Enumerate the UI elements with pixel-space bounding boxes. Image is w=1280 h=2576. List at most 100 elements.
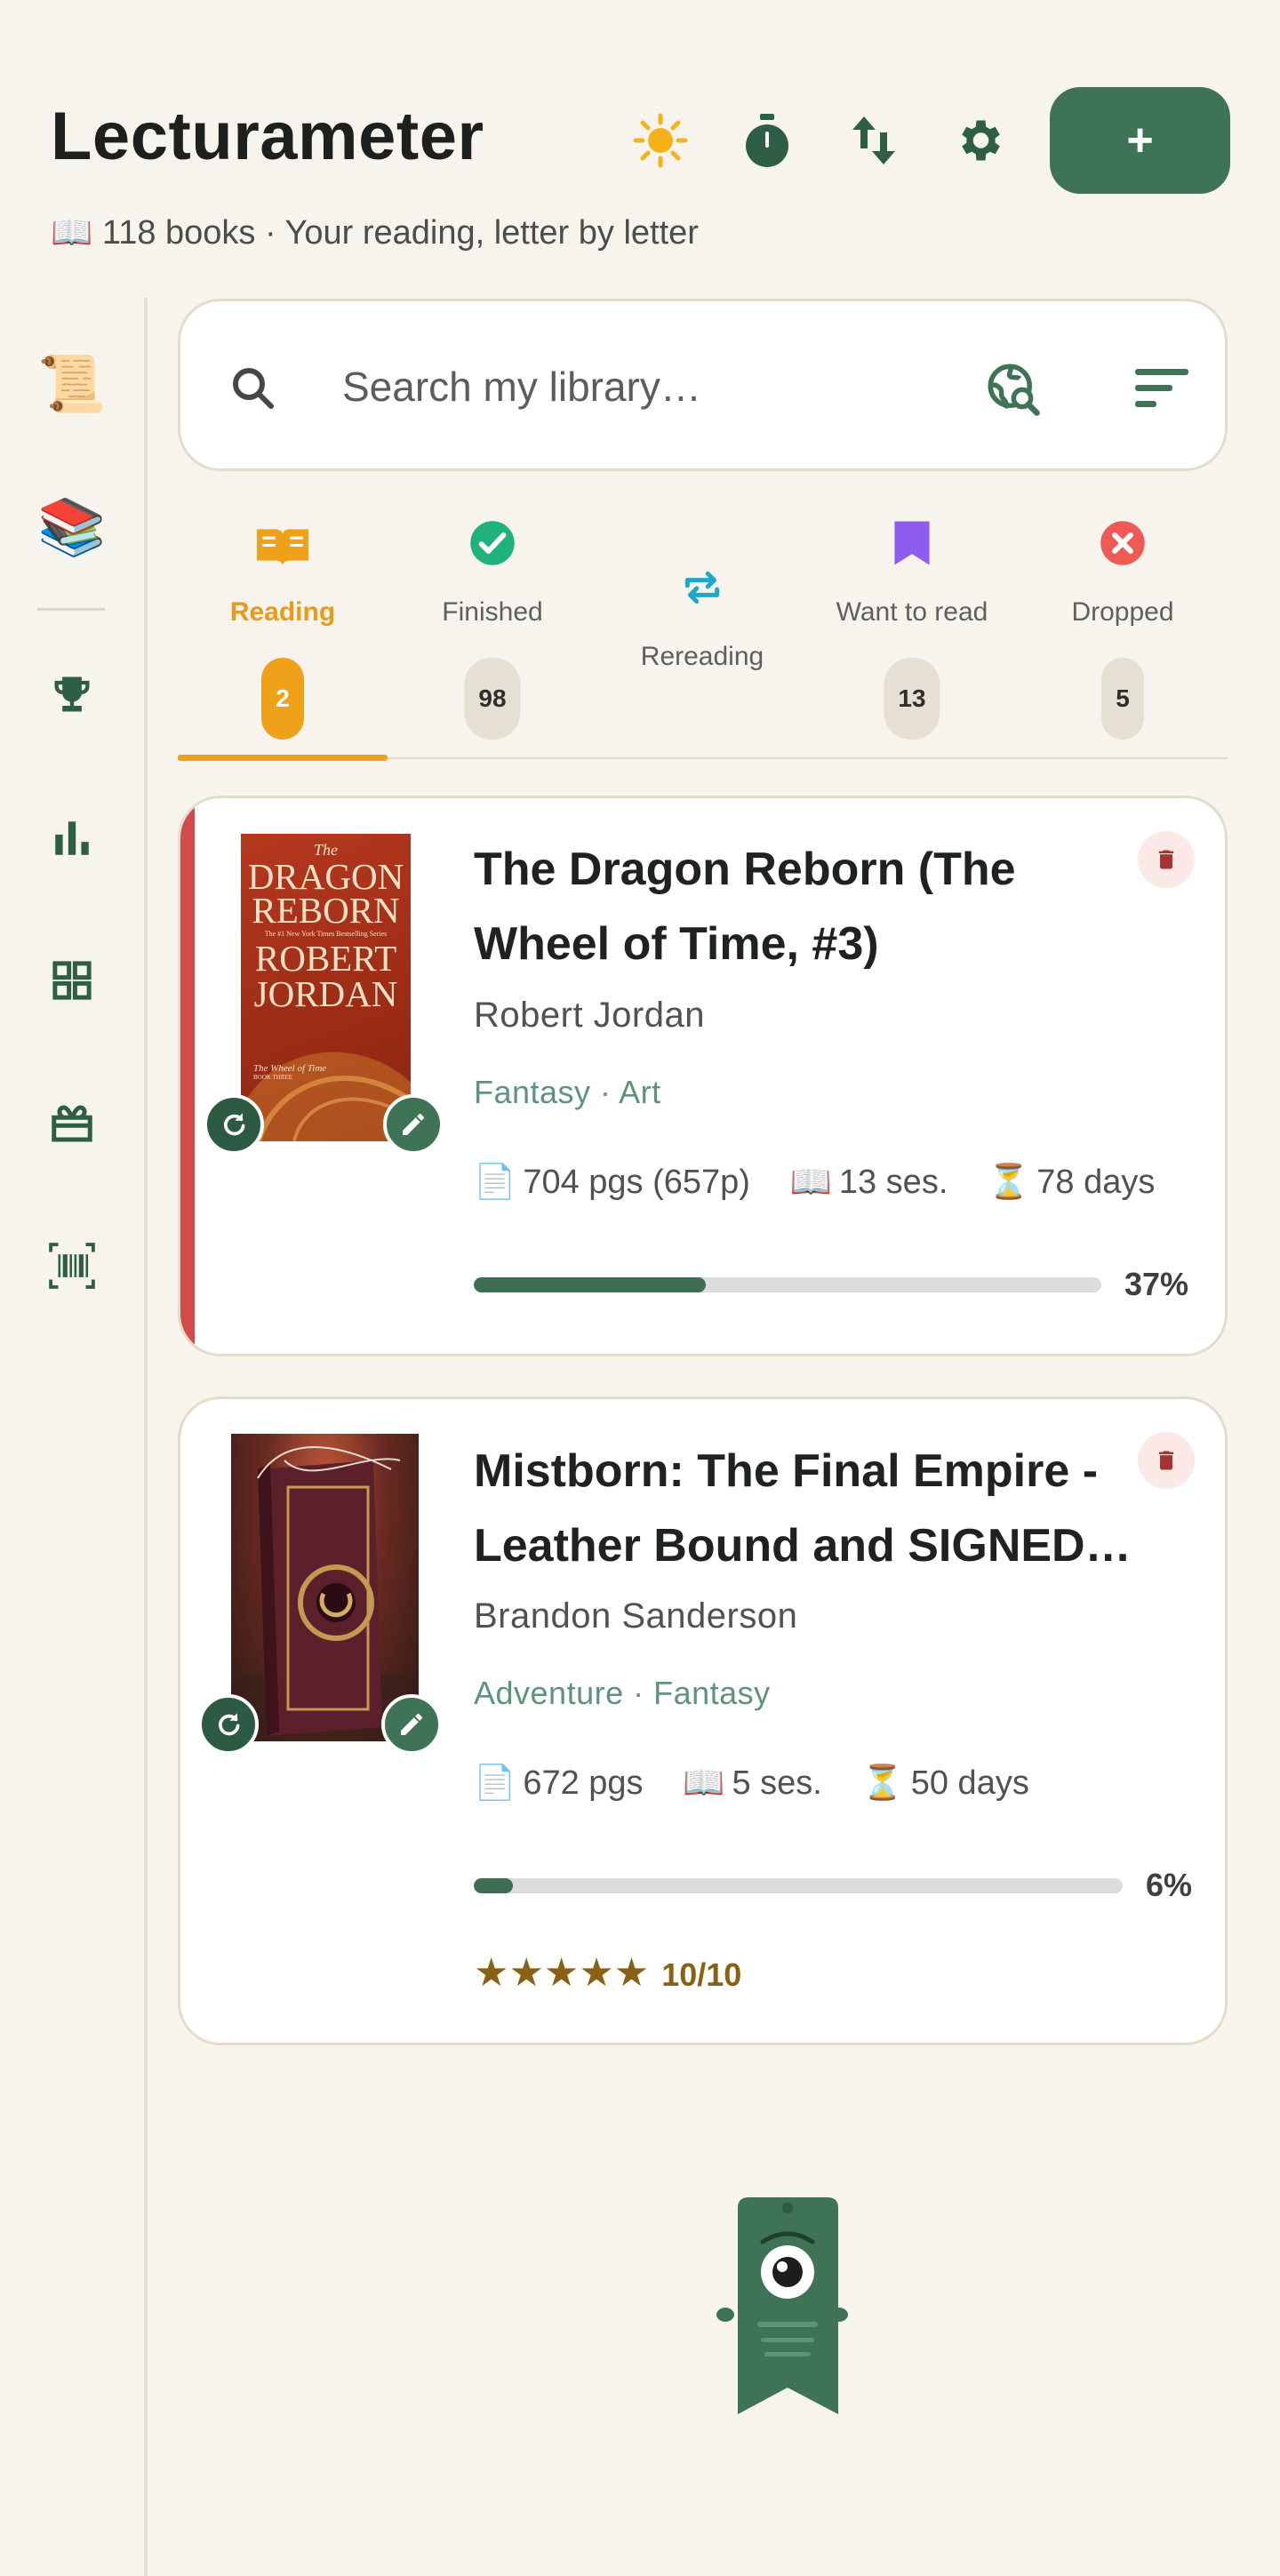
sort-icon bbox=[1135, 369, 1188, 407]
tab-dropped[interactable]: Dropped 5 bbox=[1018, 507, 1228, 757]
book-tags: Adventure · Fantasy bbox=[474, 1675, 771, 1711]
book-tags: Fantasy · Art bbox=[474, 1074, 661, 1110]
library-summary: 📖 118 books · Your reading, letter by le… bbox=[51, 213, 699, 252]
delete-button[interactable] bbox=[1138, 1432, 1195, 1489]
trash-icon bbox=[1158, 1451, 1174, 1470]
globe-search-icon bbox=[988, 364, 1040, 416]
page-icon: 📄 bbox=[474, 1764, 516, 1802]
progress-percent: 37% bbox=[1124, 1266, 1189, 1302]
app-title: Lecturameter bbox=[51, 99, 484, 174]
session-count: 5 ses. bbox=[732, 1764, 822, 1802]
sidebar-item-wishlist[interactable] bbox=[36, 1087, 108, 1160]
progress-percent: 6% bbox=[1146, 1867, 1193, 1903]
hourglass-icon: ⏳ bbox=[987, 1164, 1030, 1201]
grid-icon bbox=[52, 961, 92, 1000]
book-stats: 📄 704 pgs (657p) 📖 13 ses. ⏳ 78 days bbox=[474, 1163, 1155, 1202]
barcode-scan-icon bbox=[49, 1243, 95, 1289]
tab-count-badge: 98 bbox=[464, 658, 521, 740]
tab-count-badge: 13 bbox=[884, 658, 940, 740]
tab-label: Finished bbox=[442, 597, 543, 627]
open-book-icon: 📖 bbox=[683, 1764, 725, 1802]
page-count: 704 pgs (657p) bbox=[523, 1164, 750, 1201]
add-book-button[interactable]: + bbox=[1050, 87, 1230, 194]
edit-button[interactable] bbox=[383, 1094, 444, 1155]
sun-icon[interactable] bbox=[628, 108, 692, 172]
page-count: 672 pgs bbox=[523, 1764, 644, 1802]
book-stats: 📄 672 pgs 📖 5 ses. ⏳ 50 days bbox=[474, 1764, 1029, 1803]
tab-label: Dropped bbox=[1071, 597, 1174, 627]
book-title: The Dragon Reborn (The Wheel of Time, #3… bbox=[474, 844, 1016, 970]
days-count: 78 days bbox=[1036, 1164, 1156, 1201]
bookmark-icon bbox=[894, 521, 930, 565]
book-cover[interactable] bbox=[231, 1434, 419, 1741]
edit-button[interactable] bbox=[381, 1694, 442, 1755]
pencil-icon bbox=[401, 1713, 423, 1735]
days-count: 50 days bbox=[910, 1764, 1029, 1802]
bookmark-mascot-icon bbox=[711, 2190, 853, 2421]
import-export-icon[interactable] bbox=[842, 108, 906, 172]
sidebar: 📜 📚 bbox=[0, 298, 148, 2576]
progress-bar bbox=[474, 1878, 1123, 1893]
trophy-icon bbox=[54, 676, 90, 712]
library-summary-text: 118 books · Your reading, letter by lett… bbox=[101, 214, 699, 252]
sidebar-item-library[interactable]: 📚 bbox=[36, 491, 108, 564]
tab-count-badge: 5 bbox=[1101, 658, 1144, 740]
gear-icon[interactable] bbox=[947, 108, 1011, 172]
close-circle-icon bbox=[1100, 521, 1145, 565]
hourglass-icon: ⏳ bbox=[861, 1764, 904, 1802]
sidebar-item-collections[interactable] bbox=[36, 944, 108, 1017]
tab-rereading[interactable]: Rereading bbox=[597, 507, 807, 757]
session-count: 13 ses. bbox=[838, 1164, 948, 1201]
sidebar-item-trophies[interactable] bbox=[36, 658, 108, 731]
online-search-button[interactable] bbox=[979, 355, 1046, 422]
search-input[interactable] bbox=[340, 350, 966, 423]
app-header: Lecturameter + 📖 118 books · Your readin… bbox=[0, 0, 1280, 293]
timer-icon[interactable] bbox=[735, 108, 799, 172]
status-accent-bar bbox=[180, 798, 195, 1354]
sidebar-item-scan[interactable] bbox=[36, 1229, 108, 1302]
progress-fill bbox=[474, 1878, 513, 1893]
books-icon: 📚 bbox=[37, 496, 107, 558]
open-book-icon bbox=[257, 529, 308, 566]
book-title: Mistborn: The Final Empire - Leather Bou… bbox=[474, 1445, 1132, 1572]
add-label: + bbox=[1126, 115, 1154, 166]
search-icon bbox=[233, 367, 274, 409]
reread-button[interactable] bbox=[198, 1694, 259, 1755]
book-card[interactable]: Mistborn: The Final Empire - Leather Bou… bbox=[178, 1396, 1228, 2045]
scroll-icon: 📜 bbox=[37, 353, 107, 415]
delete-button[interactable] bbox=[1138, 831, 1195, 888]
status-tabs: Reading 2 Finished 98 Rereading Want to … bbox=[178, 507, 1228, 761]
bar-chart-icon bbox=[55, 821, 89, 855]
book-rating: ★★★★★ 10/10 bbox=[474, 1950, 741, 1996]
active-tab-indicator bbox=[178, 755, 388, 761]
sidebar-item-stats[interactable] bbox=[36, 802, 108, 875]
tab-label: Rereading bbox=[640, 642, 764, 671]
sort-button[interactable] bbox=[1128, 355, 1196, 422]
tab-label: Want to read bbox=[836, 597, 988, 627]
book-author: Brandon Sanderson bbox=[474, 1596, 798, 1636]
tab-finished[interactable]: Finished 98 bbox=[388, 507, 597, 757]
reread-button[interactable] bbox=[204, 1094, 264, 1155]
book-author: Robert Jordan bbox=[474, 996, 705, 1035]
check-circle-icon bbox=[470, 521, 515, 565]
tab-count-badge: 2 bbox=[261, 658, 304, 740]
tab-reading[interactable]: Reading 2 bbox=[178, 507, 388, 761]
rating-stars: ★★★★★ bbox=[474, 1951, 650, 1995]
progress-bar bbox=[474, 1277, 1101, 1292]
tab-want-to-read[interactable]: Want to read 13 bbox=[807, 507, 1017, 757]
book-card[interactable]: The DRAGON REBORN The #1 New York Times … bbox=[178, 796, 1228, 1356]
gift-icon bbox=[52, 1105, 92, 1142]
rating-value: 10/10 bbox=[661, 1956, 742, 1993]
repeat-icon bbox=[684, 571, 720, 604]
sidebar-divider bbox=[37, 608, 105, 611]
open-book-icon: 📖 bbox=[789, 1164, 832, 1201]
pencil-icon bbox=[403, 1113, 425, 1135]
book-cover[interactable]: The DRAGON REBORN The #1 New York Times … bbox=[241, 834, 411, 1141]
tab-label: Reading bbox=[229, 597, 336, 627]
trash-icon bbox=[1158, 850, 1174, 869]
sidebar-item-journal[interactable]: 📜 bbox=[36, 348, 108, 420]
page-icon: 📄 bbox=[474, 1164, 516, 1201]
refresh-icon bbox=[224, 1113, 245, 1136]
refresh-icon bbox=[219, 1713, 240, 1736]
open-book-icon: 📖 bbox=[51, 214, 93, 252]
